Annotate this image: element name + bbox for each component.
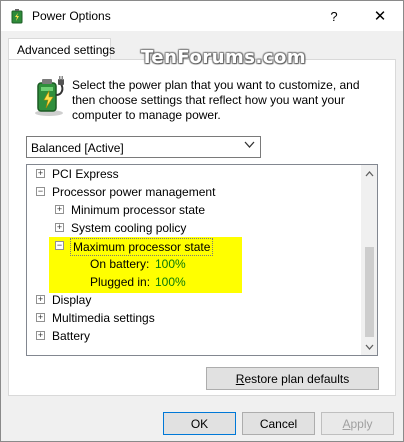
apply-label: pply xyxy=(350,417,373,431)
tree-item-plugged-in[interactable]: Plugged in: 100% xyxy=(27,273,361,291)
expand-icon[interactable]: + xyxy=(55,223,64,232)
expand-icon[interactable]: + xyxy=(36,331,45,340)
close-button[interactable]: ✕ xyxy=(357,1,403,31)
help-button[interactable]: ? xyxy=(311,1,357,31)
tree-item-system-cooling-policy[interactable]: + System cooling policy xyxy=(27,219,361,237)
expand-icon[interactable]: + xyxy=(55,205,64,214)
power-options-window: Power Options ? ✕ Advanced settings TenF… xyxy=(0,0,404,442)
scrollbar-thumb[interactable] xyxy=(365,247,374,337)
power-options-icon xyxy=(9,8,25,24)
chevron-down-icon xyxy=(244,141,255,152)
restore-plan-defaults-button[interactable]: Restore plan defaults xyxy=(206,367,379,390)
window-title: Power Options xyxy=(32,9,111,23)
tree-item-label: Battery xyxy=(52,329,91,343)
settings-tree[interactable]: + PCI Express − Processor power manageme… xyxy=(26,164,378,356)
tree-item-pci-express[interactable]: + PCI Express xyxy=(27,165,361,183)
tree-item-label: Processor power management xyxy=(52,185,216,199)
apply-mnemonic: A xyxy=(342,417,351,431)
collapse-icon[interactable]: − xyxy=(55,241,64,250)
tree-item-label-selected: Maximum processor state xyxy=(70,238,214,256)
tree-item-processor-power-management[interactable]: − Processor power management xyxy=(27,183,361,201)
restore-label: estore plan defaults xyxy=(244,372,350,386)
scroll-up-icon[interactable] xyxy=(361,165,377,182)
tree-item-multimedia-settings[interactable]: + Multimedia settings xyxy=(27,309,361,327)
expand-icon[interactable]: + xyxy=(36,169,45,178)
tree-item-label: Minimum processor state xyxy=(71,203,206,217)
tree-item-battery[interactable]: + Battery xyxy=(27,327,361,345)
expand-icon[interactable]: + xyxy=(36,313,45,322)
tree-item-label: Display xyxy=(52,293,92,307)
setting-label: On battery: xyxy=(90,257,150,271)
tree-item-on-battery[interactable]: On battery: 100% xyxy=(27,255,361,273)
setting-value[interactable]: 100% xyxy=(155,275,186,289)
scroll-down-icon[interactable] xyxy=(361,338,377,355)
tree-item-display[interactable]: + Display xyxy=(27,291,361,309)
setting-label: Plugged in: xyxy=(90,275,151,289)
tree-item-label: PCI Express xyxy=(52,167,119,181)
watermark: TenForums.com xyxy=(141,47,307,68)
collapse-icon[interactable]: − xyxy=(36,187,45,196)
expand-icon[interactable]: + xyxy=(36,295,45,304)
power-plan-value: Balanced [Active] xyxy=(31,141,124,155)
setting-value[interactable]: 100% xyxy=(155,257,186,271)
battery-plug-icon xyxy=(29,75,69,117)
power-plan-select[interactable]: Balanced [Active] xyxy=(26,136,261,158)
tree-item-maximum-processor-state[interactable]: − Maximum processor state xyxy=(27,237,361,256)
title-bar[interactable]: Power Options ? ✕ xyxy=(1,1,403,31)
ok-button[interactable]: OK xyxy=(163,412,236,435)
tree-item-label: Multimedia settings xyxy=(52,311,155,325)
apply-button[interactable]: Apply xyxy=(321,412,394,435)
plan-description: Select the power plan that you want to c… xyxy=(72,78,360,122)
cancel-button[interactable]: Cancel xyxy=(242,412,315,435)
tab-advanced-settings[interactable]: Advanced settings xyxy=(8,38,115,60)
tree-item-minimum-processor-state[interactable]: + Minimum processor state xyxy=(27,201,361,219)
vertical-scrollbar[interactable] xyxy=(361,165,377,355)
tree-item-label: System cooling policy xyxy=(71,221,187,235)
